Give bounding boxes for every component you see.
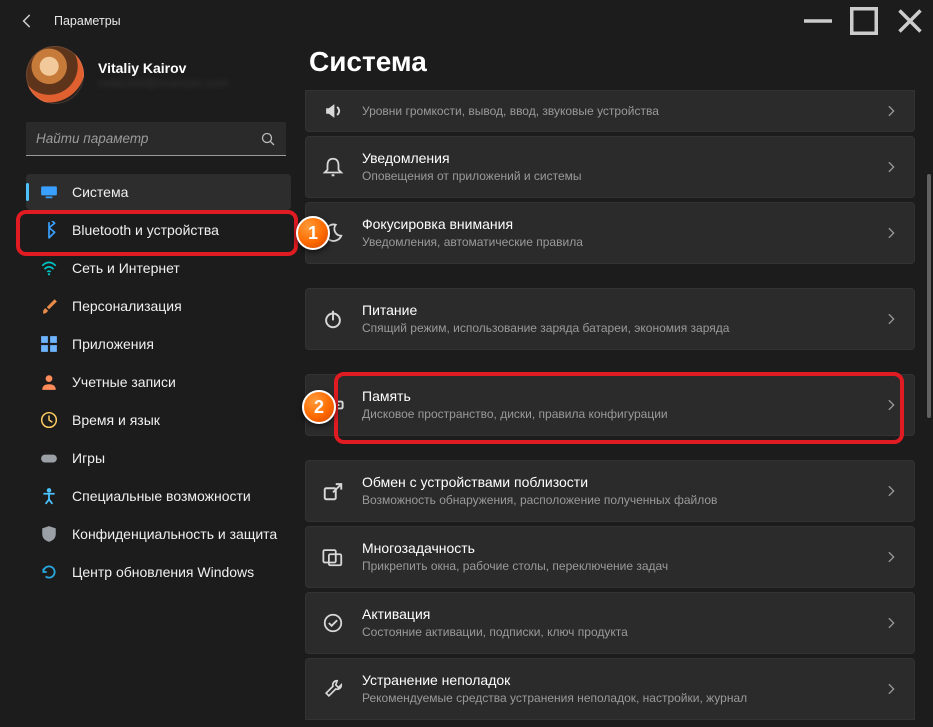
sidebar-item-label: Игры [72, 450, 105, 466]
search-input[interactable] [36, 131, 260, 146]
panel-title: Память [362, 387, 884, 405]
panel-moon[interactable]: Фокусировка внимания Уведомления, автома… [305, 202, 915, 264]
chevron-right-icon [884, 160, 898, 174]
sidebar-item-bluetooth[interactable]: Bluetooth и устройства [26, 212, 291, 248]
brush-icon [40, 297, 58, 315]
avatar [26, 46, 84, 104]
clock-icon [40, 411, 58, 429]
sidebar-item-accessibility[interactable]: Специальные возможности [26, 478, 291, 514]
panel-bell[interactable]: Уведомления Оповещения от приложений и с… [305, 136, 915, 198]
search-box[interactable] [26, 122, 286, 156]
panel-subtitle: Дисковое пространство, диски, правила ко… [362, 407, 884, 423]
chevron-right-icon [884, 682, 898, 696]
scrollbar[interactable] [927, 174, 931, 418]
panel-storage[interactable]: Память Дисковое пространство, диски, пра… [305, 374, 915, 436]
sidebar-item-label: Персонализация [72, 298, 182, 314]
panel-subtitle: Уведомления, автоматические правила [362, 235, 884, 251]
panel-title: Фокусировка внимания [362, 215, 884, 233]
user-email: redacted@example.com [98, 76, 228, 90]
panel-subtitle: Оповещения от приложений и системы [362, 169, 884, 185]
sidebar-item-label: Сеть и Интернет [72, 260, 180, 276]
panel-title: Устранение неполадок [362, 671, 884, 689]
sidebar-item-label: Конфиденциальность и защита [72, 526, 277, 542]
panel-power[interactable]: Питание Спящий режим, использование заря… [305, 288, 915, 350]
panel-multitask[interactable]: Многозадачность Прикрепить окна, рабочие… [305, 526, 915, 588]
panel-subtitle: Возможность обнаружения, расположение по… [362, 493, 884, 509]
sidebar-item-label: Приложения [72, 336, 154, 352]
wrench-icon [322, 678, 344, 700]
page-title: Система [309, 46, 915, 78]
sound-icon [322, 100, 344, 122]
sidebar-item-label: Специальные возможности [72, 488, 251, 504]
bell-icon [322, 156, 344, 178]
wifi-icon [40, 259, 58, 277]
panel-subtitle: Прикрепить окна, рабочие столы, переключ… [362, 559, 884, 575]
panel-title: Обмен с устройствами поблизости [362, 473, 884, 491]
update-icon [40, 563, 58, 581]
chevron-right-icon [884, 398, 898, 412]
panel-subtitle: Состояние активации, подписки, ключ прод… [362, 625, 884, 641]
panel-title: Многозадачность [362, 539, 884, 557]
sidebar-item-label: Время и язык [72, 412, 160, 428]
chevron-right-icon [884, 616, 898, 630]
sidebar-item-label: Учетные записи [72, 374, 176, 390]
panel-subtitle: Уровни громкости, вывод, ввод, звуковые … [362, 104, 884, 120]
sidebar-item-person[interactable]: Учетные записи [26, 364, 291, 400]
sidebar-item-wifi[interactable]: Сеть и Интернет [26, 250, 291, 286]
user-card[interactable]: Vitaliy Kairov redacted@example.com [26, 46, 291, 104]
panel-check[interactable]: Активация Состояние активации, подписки,… [305, 592, 915, 654]
sidebar-item-label: Центр обновления Windows [72, 564, 254, 580]
chevron-right-icon [884, 484, 898, 498]
panel-title: Питание [362, 301, 884, 319]
chevron-right-icon [884, 550, 898, 564]
maximize-button[interactable] [841, 0, 887, 42]
sidebar-item-update[interactable]: Центр обновления Windows [26, 554, 291, 590]
panel-title: Активация [362, 605, 884, 623]
callout-2: 2 [302, 390, 336, 424]
panel-subtitle: Спящий режим, использование заряда батар… [362, 321, 884, 337]
chevron-right-icon [884, 104, 898, 118]
chevron-right-icon [884, 226, 898, 240]
sidebar-item-label: Bluetooth и устройства [72, 222, 219, 238]
sidebar-item-apps[interactable]: Приложения [26, 326, 291, 362]
accessibility-icon [40, 487, 58, 505]
close-button[interactable] [887, 0, 933, 42]
gamepad-icon [40, 449, 58, 467]
chevron-right-icon [884, 312, 898, 326]
panel-title: Уведомления [362, 149, 884, 167]
check-icon [322, 612, 344, 634]
sidebar-item-label: Система [72, 184, 128, 200]
panel-sound[interactable]: Уровни громкости, вывод, ввод, звуковые … [305, 90, 915, 132]
callout-1: 1 [296, 216, 330, 250]
monitor-icon [40, 183, 58, 201]
multitask-icon [322, 546, 344, 568]
panel-wrench[interactable]: Устранение неполадок Рекомендуемые средс… [305, 658, 915, 720]
power-icon [322, 308, 344, 330]
sidebar-item-clock[interactable]: Время и язык [26, 402, 291, 438]
panel-subtitle: Рекомендуемые средства устранения непола… [362, 691, 884, 707]
sidebar-item-brush[interactable]: Персонализация [26, 288, 291, 324]
back-button[interactable] [18, 12, 36, 30]
user-name: Vitaliy Kairov [98, 60, 228, 76]
search-icon [260, 131, 276, 147]
sidebar-item-monitor[interactable]: Система [26, 174, 291, 210]
shield-icon [40, 525, 58, 543]
sidebar-item-shield[interactable]: Конфиденциальность и защита [26, 516, 291, 552]
window-title: Параметры [54, 14, 121, 28]
sidebar: Vitaliy Kairov redacted@example.com Сист… [0, 42, 305, 727]
person-icon [40, 373, 58, 391]
apps-icon [40, 335, 58, 353]
sidebar-item-gamepad[interactable]: Игры [26, 440, 291, 476]
panel-share[interactable]: Обмен с устройствами поблизости Возможно… [305, 460, 915, 522]
share-icon [322, 480, 344, 502]
bluetooth-icon [40, 221, 58, 239]
minimize-button[interactable] [795, 0, 841, 42]
